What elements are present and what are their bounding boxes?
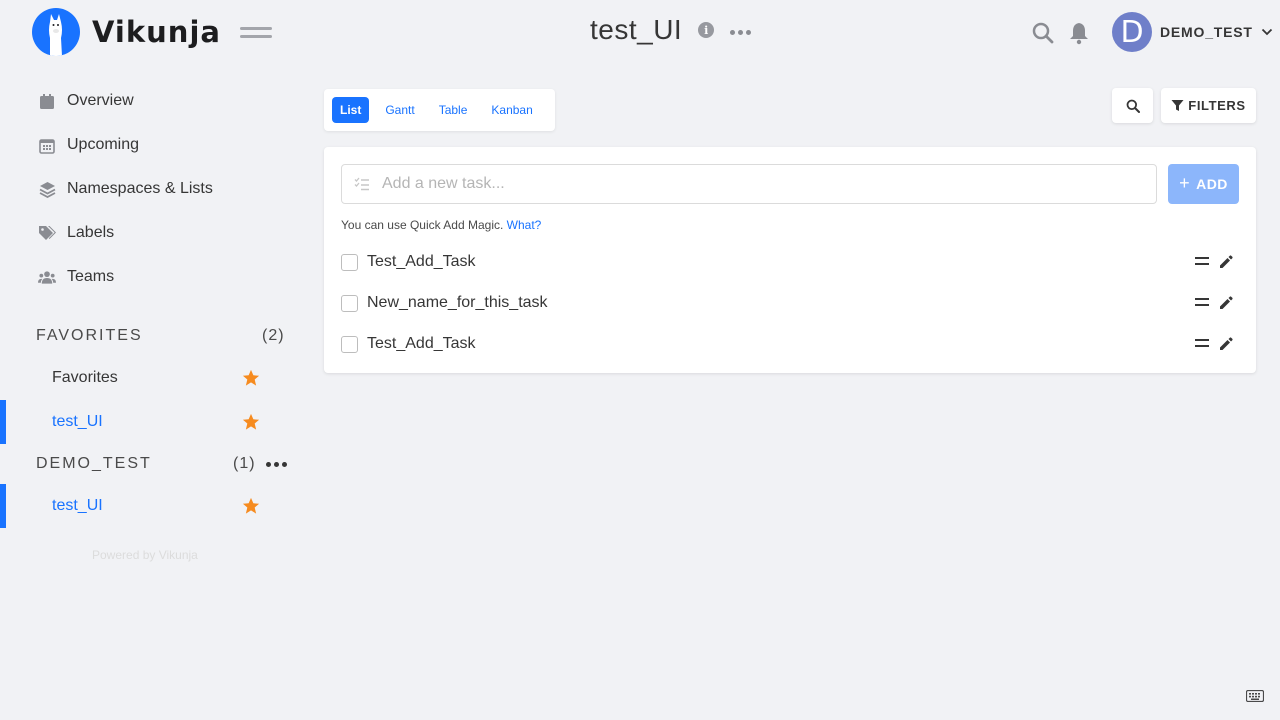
chevron-down-icon (1261, 28, 1272, 36)
keyboard-icon[interactable] (1246, 690, 1264, 702)
search-icon (1126, 99, 1140, 113)
search-icon[interactable] (1031, 21, 1055, 45)
sidebar-item-label: Upcoming (67, 136, 140, 153)
page-title: test_UI (590, 14, 683, 45)
sidebar-item-labels[interactable]: Labels (38, 224, 114, 242)
active-indicator (0, 484, 6, 528)
task-row[interactable]: Test_Add_Task (341, 242, 1241, 282)
sidebar-item-upcoming[interactable]: Upcoming (38, 136, 139, 154)
sidebar-item-label: Namespaces & Lists (67, 180, 213, 197)
filters-button[interactable]: FILTERS (1161, 88, 1256, 123)
quick-add-help-link[interactable]: What? (507, 218, 542, 232)
powered-by-text[interactable]: Powered by Vikunja (92, 548, 198, 562)
layers-icon (38, 180, 56, 198)
plus-icon: + (1179, 172, 1191, 193)
pencil-icon[interactable] (1218, 295, 1234, 311)
task-title[interactable]: Test_Add_Task (367, 335, 476, 353)
add-task-button[interactable]: + ADD (1168, 164, 1239, 204)
task-checkbox[interactable] (341, 335, 358, 353)
view-switcher: List Gantt Table Kanban (324, 89, 555, 131)
sidebar-item-teams[interactable]: Teams (38, 268, 114, 286)
tags-icon (38, 224, 56, 242)
task-search-button[interactable] (1112, 88, 1153, 123)
active-indicator (0, 400, 6, 444)
task-row[interactable]: New_name_for_this_task (341, 283, 1241, 323)
sidebar-list-test-ui[interactable]: test_UI (0, 484, 300, 528)
favorites-count: (2) (262, 327, 285, 344)
namespace-section-title[interactable]: DEMO_TEST (36, 455, 152, 473)
drag-handle-icon[interactable] (1195, 339, 1209, 349)
tab-kanban[interactable]: Kanban (483, 97, 540, 123)
namespace-count: (1) (233, 455, 256, 472)
app-logo[interactable]: Vikunja (32, 8, 221, 56)
sidebar-list-test-ui[interactable]: test_UI (0, 400, 300, 444)
list-name: test_UI (52, 413, 103, 430)
task-list-icon (354, 177, 369, 191)
star-icon[interactable] (242, 369, 260, 387)
tab-table[interactable]: Table (431, 97, 476, 123)
calendar-grid-icon (38, 136, 56, 154)
sidebar-item-label: Teams (67, 268, 115, 285)
menu-toggle-icon[interactable] (240, 24, 272, 42)
sidebar-item-label: Overview (67, 92, 134, 109)
task-title[interactable]: New_name_for_this_task (367, 294, 548, 312)
app-name: Vikunja (92, 15, 221, 49)
task-checkbox[interactable] (341, 253, 358, 271)
add-task-placeholder: Add a new task... (382, 175, 505, 192)
bell-icon[interactable] (1068, 21, 1090, 45)
sidebar-item-overview[interactable]: Overview (38, 92, 134, 110)
star-icon[interactable] (242, 497, 260, 515)
user-menu[interactable]: D DEMO_TEST (1112, 12, 1273, 52)
calendar-icon (38, 92, 56, 110)
project-title-area: test_UI i (590, 14, 752, 46)
info-icon[interactable]: i (698, 22, 715, 38)
tab-gantt[interactable]: Gantt (377, 97, 422, 123)
pencil-icon[interactable] (1218, 336, 1234, 352)
task-list-card: Add a new task... + ADD You can use Quic… (324, 147, 1256, 373)
task-row[interactable]: Test_Add_Task (341, 324, 1241, 364)
list-name: Favorites (52, 369, 118, 386)
namespace-more-icon[interactable] (266, 462, 287, 467)
more-options-icon[interactable] (730, 26, 752, 35)
task-checkbox[interactable] (341, 294, 358, 312)
users-icon (38, 268, 56, 286)
top-navbar: Vikunja test_UI i D DEMO_TEST (0, 0, 1280, 64)
list-name: test_UI (52, 497, 103, 514)
drag-handle-icon[interactable] (1195, 257, 1209, 267)
task-title[interactable]: Test_Add_Task (367, 253, 476, 271)
favorites-section-title[interactable]: FAVORITES (36, 327, 143, 345)
tab-list[interactable]: List (332, 97, 370, 123)
filter-icon (1171, 100, 1184, 111)
hint-text: You can use Quick Add Magic. (341, 218, 504, 232)
sidebar-item-namespaces[interactable]: Namespaces & Lists (38, 180, 213, 198)
pencil-icon[interactable] (1218, 254, 1234, 270)
avatar: D (1112, 12, 1152, 52)
drag-handle-icon[interactable] (1195, 298, 1209, 308)
llama-logo-icon (32, 8, 80, 56)
username: DEMO_TEST (1160, 24, 1253, 40)
add-task-input[interactable]: Add a new task... (341, 164, 1157, 204)
add-button-label: ADD (1196, 176, 1228, 192)
filters-label: FILTERS (1188, 98, 1246, 113)
quick-add-hint: You can use Quick Add Magic. What? (341, 218, 541, 232)
sidebar-item-label: Labels (67, 224, 115, 241)
star-icon[interactable] (242, 413, 260, 431)
sidebar-list-favorites[interactable]: Favorites (0, 356, 300, 400)
